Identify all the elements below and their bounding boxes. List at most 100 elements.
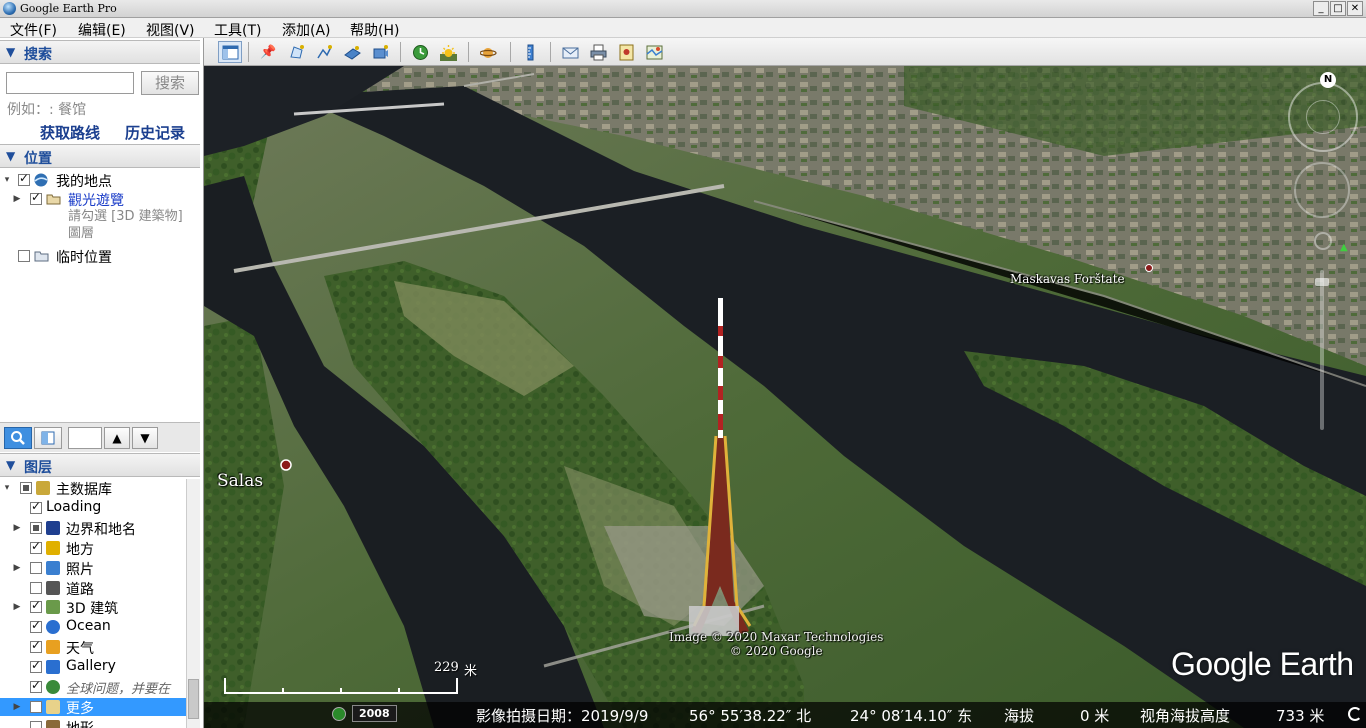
layers-panel-header[interactable]: ▼ 图层 <box>0 453 200 477</box>
add-polygon-button[interactable] <box>284 41 308 63</box>
search-button[interactable]: 搜索 <box>141 71 199 95</box>
layer-item[interactable]: 道路 <box>0 579 186 598</box>
move-down-button[interactable]: ▼ <box>132 427 158 449</box>
layer-item[interactable]: 天气 <box>0 638 186 657</box>
map-label-maskavas[interactable]: Maskavas Forštate <box>1010 272 1125 286</box>
layer-item[interactable]: ▶ 照片 <box>0 559 186 578</box>
layer-checkbox[interactable] <box>30 720 42 728</box>
north-up-button[interactable]: N <box>1320 72 1336 88</box>
minimize-button[interactable]: _ <box>1313 1 1329 16</box>
get-directions-link[interactable]: 获取路线 <box>40 122 100 143</box>
historical-imagery-button[interactable] <box>408 41 432 63</box>
search-input[interactable] <box>6 72 134 94</box>
sightseeing-checkbox[interactable] <box>30 190 42 205</box>
layer-item-label: 地形 <box>66 718 94 728</box>
zoom-in-arrow-icon[interactable]: ▲ <box>1340 242 1348 253</box>
expand-arrow-icon[interactable]: ▶ <box>12 698 22 716</box>
placemark-maskavas-icon[interactable] <box>1145 264 1153 272</box>
layer-item[interactable]: 地方 <box>0 539 186 558</box>
maximize-button[interactable]: □ <box>1330 1 1346 16</box>
look-joystick[interactable] <box>1288 82 1358 152</box>
temporary-places-checkbox[interactable] <box>18 250 30 262</box>
history-link[interactable]: 历史记录 <box>125 122 185 143</box>
places-panel-header[interactable]: ▼ 位置 <box>0 144 200 168</box>
layer-checkbox[interactable] <box>30 539 42 554</box>
menu-help[interactable]: 帮助(H) <box>350 20 399 40</box>
longitude-readout: 24° 08′14.10″ 东 <box>850 707 973 725</box>
switch-planet-button[interactable] <box>476 41 500 63</box>
ruler-icon <box>522 44 539 61</box>
expand-arrow-icon[interactable]: ▶ <box>12 190 22 208</box>
layer-item[interactable]: Gallery <box>0 658 186 676</box>
zoom-slider[interactable] <box>1315 270 1329 430</box>
layer-item[interactable]: ▶ 边界和地名 <box>0 519 186 538</box>
layers-scrollbar[interactable] <box>186 479 200 728</box>
title-bar: Google Earth Pro _ □ ✕ <box>0 0 1366 18</box>
menu-view[interactable]: 视图(V) <box>146 20 195 40</box>
sunlight-button[interactable] <box>436 41 460 63</box>
save-image-button[interactable] <box>614 41 638 63</box>
layer-item-label: Ocean <box>66 618 111 635</box>
menu-edit[interactable]: 编辑(E) <box>78 20 126 40</box>
expand-arrow-icon[interactable]: ▶ <box>12 519 22 537</box>
map-label-salas[interactable]: Salas <box>217 471 263 491</box>
layer-checkbox[interactable] <box>30 521 42 534</box>
hide-sidebar-button[interactable] <box>218 41 242 63</box>
add-image-overlay-button[interactable] <box>340 41 364 63</box>
layer-checkbox[interactable] <box>30 581 42 594</box>
map-view[interactable]: Salas Maskavas Forštate Image © 2020 Max… <box>204 66 1366 728</box>
collapse-arrow-icon[interactable]: ▾ <box>2 171 12 189</box>
borders-icon <box>46 520 60 535</box>
menu-tools[interactable]: 工具(T) <box>214 20 261 40</box>
ruler-button[interactable] <box>518 41 542 63</box>
layer-checkbox[interactable] <box>30 638 42 654</box>
layer-item[interactable]: Loading <box>0 499 186 517</box>
layer-checkbox[interactable] <box>30 561 42 574</box>
layer-checkbox[interactable] <box>30 678 42 693</box>
print-button[interactable] <box>586 41 610 63</box>
my-places-checkbox[interactable] <box>18 171 30 186</box>
layer-item[interactable]: 全球问题，并要在 <box>0 678 186 697</box>
toggle-panel-button[interactable] <box>34 427 62 449</box>
historical-imagery-clock-icon[interactable] <box>332 707 346 721</box>
places-item-temporary[interactable]: 临时位置 <box>0 247 200 266</box>
layer-checkbox[interactable] <box>30 618 42 634</box>
view-in-google-maps-button[interactable] <box>642 41 666 63</box>
layer-checkbox[interactable] <box>30 499 42 514</box>
menu-file[interactable]: 文件(F) <box>10 20 57 40</box>
layer-checkbox[interactable] <box>20 482 32 494</box>
move-up-button[interactable]: ▲ <box>104 427 130 449</box>
look-joystick-center[interactable] <box>1306 100 1340 134</box>
layer-item[interactable]: ▶ 3D 建筑 <box>0 598 186 617</box>
expand-arrow-icon[interactable]: ▶ <box>12 559 22 577</box>
layer-item[interactable]: 地形 <box>0 718 186 728</box>
menu-add[interactable]: 添加(A) <box>282 20 331 40</box>
places-filter-input[interactable] <box>68 427 102 449</box>
historical-year-badge[interactable]: 2008 <box>352 705 397 722</box>
layer-checkbox[interactable] <box>30 598 42 614</box>
collapse-arrow-icon[interactable]: ▾ <box>2 479 12 497</box>
search-places-button[interactable] <box>4 427 32 449</box>
record-tour-button[interactable] <box>368 41 392 63</box>
placemark-salas-icon[interactable] <box>280 459 292 471</box>
places-item-sightseeing[interactable]: ▶ 觀光遊覽 <box>0 190 200 209</box>
layers-scroll-thumb[interactable] <box>188 679 199 719</box>
email-button[interactable] <box>558 41 582 63</box>
hide-sidebar-icon <box>222 44 239 61</box>
add-path-button[interactable] <box>312 41 336 63</box>
layer-item[interactable]: Ocean <box>0 618 186 636</box>
layer-checkbox[interactable] <box>30 658 42 674</box>
view-in-maps-icon <box>646 44 663 61</box>
search-panel-title: 搜索 <box>24 47 52 63</box>
close-button[interactable]: ✕ <box>1347 1 1363 16</box>
layer-item[interactable]: ▾ 主数据库 <box>0 479 186 498</box>
layer-item[interactable]: ▶ 更多 <box>0 697 186 717</box>
zoom-slider-thumb[interactable] <box>1315 278 1329 286</box>
move-joystick[interactable] <box>1294 162 1350 218</box>
add-placemark-button[interactable]: 📌 <box>256 41 280 63</box>
search-panel-header[interactable]: ▼ 搜索 <box>0 40 200 64</box>
layer-checkbox[interactable] <box>30 700 42 713</box>
street-view-pegman-icon[interactable] <box>1314 232 1332 250</box>
expand-arrow-icon[interactable]: ▶ <box>12 598 22 616</box>
places-item-my-places[interactable]: ▾ 我的地点 <box>0 171 200 190</box>
